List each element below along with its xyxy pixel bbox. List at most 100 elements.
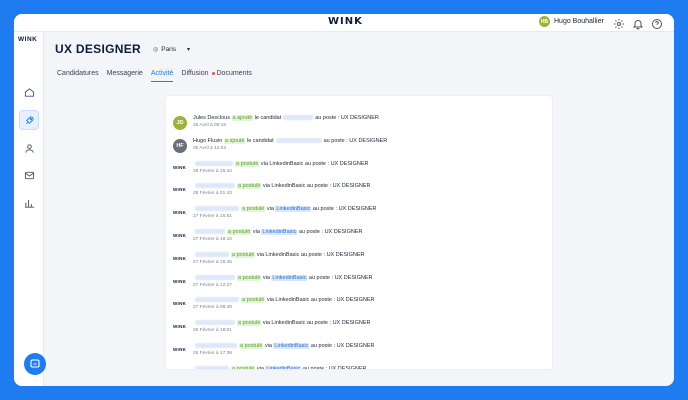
- page-header: UX DESIGNER ◎ Paris ▾: [55, 42, 190, 56]
- channel-link[interactable]: LinkedinBasic: [271, 274, 308, 281]
- redacted-candidate-name[interactable]: [195, 251, 229, 257]
- home-icon: [24, 87, 34, 97]
- action-tag: a ajouté: [231, 115, 254, 121]
- help-icon[interactable]: [651, 17, 663, 29]
- redacted-candidate-name[interactable]: [195, 274, 235, 280]
- activity-date: 25 Avril à 09:15: [193, 123, 226, 128]
- activity-text: a postulé via LinkedinBasic au poste : U…: [193, 183, 371, 190]
- activity-text: a postulé via LinkedinBasic au poste : U…: [193, 297, 375, 304]
- bell-icon[interactable]: [632, 17, 644, 30]
- sidebar-item-candidates[interactable]: [19, 138, 39, 158]
- sidebar-logo[interactable]: WINK: [18, 36, 37, 43]
- post-text: au poste : UX DESIGNER: [306, 320, 371, 327]
- sidebar-item-home[interactable]: [19, 82, 39, 102]
- redacted-candidate-name[interactable]: [195, 229, 225, 235]
- action-tag: a postulé: [231, 251, 256, 258]
- mid-text: via: [256, 251, 264, 258]
- sidebar-item-messages[interactable]: [19, 165, 39, 185]
- activity-text: a postulé via LinkedinBasic au poste : U…: [193, 365, 366, 370]
- post-text: au poste : UX DESIGNER: [300, 251, 365, 258]
- redacted-candidate-name[interactable]: [195, 343, 237, 349]
- tab-candidatures[interactable]: Candidatures: [57, 70, 99, 82]
- mid-text: via: [266, 297, 274, 304]
- tabs: Candidatures Messagerie Activité Diffusi…: [57, 70, 252, 82]
- channel-link[interactable]: LinkedinBasic: [271, 183, 305, 189]
- gear-icon[interactable]: [613, 17, 625, 29]
- user-menu[interactable]: HB Hugo Bouhallier: [539, 16, 604, 27]
- post-text: au poste : UX DESIGNER: [312, 206, 377, 213]
- tab-activite[interactable]: Activité: [150, 70, 174, 82]
- bar-chart-icon: [24, 199, 34, 208]
- redacted-candidate-name[interactable]: [195, 297, 239, 303]
- redacted-candidate-name[interactable]: [275, 137, 322, 143]
- mid-text: via: [266, 206, 274, 213]
- activity-date: 27 Février à 16:45: [193, 259, 232, 265]
- redacted-candidate-name[interactable]: [195, 365, 229, 369]
- activity-text: a postulé via LinkedinBasic au poste : U…: [193, 229, 362, 235]
- action-tag: a postulé: [235, 160, 260, 167]
- channel-link[interactable]: LinkedinBasic: [265, 365, 302, 369]
- channel-link[interactable]: LinkedinBasic: [273, 343, 310, 349]
- post-text: au poste : UX DESIGNER: [308, 274, 373, 281]
- redacted-candidate-name[interactable]: [195, 320, 235, 326]
- post-text: au poste : UX DESIGNER: [315, 115, 379, 121]
- channel-link[interactable]: LinkedinBasic: [269, 161, 303, 167]
- activity-date: 27 Février à 08:49: [193, 305, 232, 311]
- activity-text: Hugo Flusin a ajouté le candidat au poste…: [193, 137, 388, 144]
- notification-dot: [211, 72, 215, 75]
- post-text: au poste : UX DESIGNER: [310, 297, 375, 304]
- mid-text: via: [262, 183, 270, 190]
- mid-text: via: [252, 229, 260, 235]
- action-tag: a postulé: [237, 274, 262, 281]
- mid-text: via: [256, 365, 264, 370]
- channel-link[interactable]: LinkedinBasic: [275, 297, 309, 303]
- activity-text: a postulé via LinkedinBasic au poste : U…: [193, 320, 371, 327]
- brand-logo[interactable]: WINK: [328, 16, 363, 27]
- location-pin-icon: ◎: [152, 46, 159, 53]
- redacted-candidate-name[interactable]: [195, 183, 235, 189]
- activity-date: 05 Avril à 12:03: [193, 145, 226, 151]
- wink-logo: WINK: [173, 164, 187, 170]
- channel-link[interactable]: LinkedinBasic: [275, 206, 312, 213]
- wink-logo: WINK: [173, 210, 187, 216]
- tab-messagerie[interactable]: Messagerie: [107, 70, 143, 82]
- post-text: au poste : UX DESIGNER: [310, 343, 375, 349]
- user-icon: [24, 143, 34, 153]
- location-select[interactable]: ◎ Paris ▾: [153, 46, 190, 53]
- activity-item: WINK a postulé via LinkedinBasic au poste…: [173, 206, 543, 226]
- tab-documents[interactable]: Documents: [217, 70, 252, 82]
- channel-link[interactable]: LinkedinBasic: [265, 252, 299, 258]
- tab-diffusion-label: Diffusion: [181, 70, 209, 77]
- sidebar-item-stats[interactable]: [19, 193, 39, 213]
- post-text: au poste : UX DESIGNER: [304, 160, 369, 167]
- chat-button[interactable]: [24, 353, 46, 375]
- wink-logo: WINK: [173, 233, 187, 238]
- activity-item: WINK a postulé via LinkedinBasic au poste…: [173, 274, 543, 295]
- activity-text: a postulé via LinkedinBasic au poste : U…: [193, 160, 369, 167]
- activity-date: 27 Février à 18:10: [193, 237, 232, 242]
- actor-name[interactable]: Jules Desclous: [193, 115, 230, 121]
- activity-item: JD Jules Desclous a ajouté le candidat au …: [173, 115, 543, 135]
- activity-date: 26 Février à 17:38: [193, 351, 232, 356]
- action-tag: a postulé: [227, 229, 252, 235]
- channel-link[interactable]: LinkedinBasic: [261, 229, 298, 235]
- activity-text: Jules Desclous a ajouté le candidat au po…: [193, 115, 379, 121]
- action-tag: a postulé: [231, 365, 256, 370]
- activity-item: WINK a postulé via LinkedinBasic au poste…: [173, 343, 543, 363]
- wink-logo: WINK: [173, 187, 187, 193]
- sidebar-item-jobs[interactable]: [19, 110, 39, 130]
- post-text: au poste : UX DESIGNER: [306, 183, 371, 190]
- activity-avatar: HF: [173, 138, 187, 153]
- action-tag: a postulé: [239, 343, 264, 349]
- post-text: au poste : UX DESIGNER: [323, 137, 388, 144]
- post-text: au poste : UX DESIGNER: [298, 229, 363, 235]
- rocket-icon: [25, 115, 34, 124]
- redacted-candidate-name[interactable]: [195, 160, 233, 166]
- actor-name[interactable]: Hugo Flusin: [193, 138, 222, 144]
- redacted-candidate-name[interactable]: [283, 115, 314, 121]
- redacted-candidate-name[interactable]: [195, 206, 239, 212]
- user-name: Hugo Bouhallier: [554, 18, 604, 25]
- tab-diffusion[interactable]: Diffusion: [181, 70, 215, 82]
- location-value: Paris: [161, 45, 177, 53]
- channel-link[interactable]: LinkedinBasic: [271, 320, 305, 326]
